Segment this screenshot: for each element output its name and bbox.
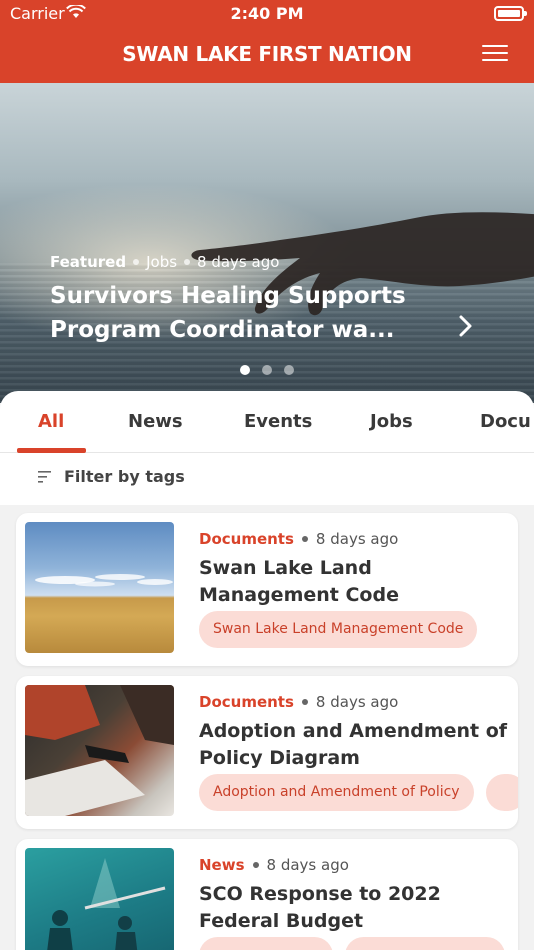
post-thumbnail: [25, 685, 174, 816]
active-tab-indicator: [17, 448, 86, 453]
tab-news[interactable]: News: [128, 411, 183, 432]
app-screen: Carrier 2:40 PM SWAN LAKE FIRST NATION F…: [0, 0, 534, 950]
post-age: 8 days ago: [315, 530, 399, 548]
app-title: SWAN LAKE FIRST NATION: [122, 42, 412, 66]
hamburger-icon[interactable]: [482, 45, 508, 63]
post-card[interactable]: Documents 8 days ago Adoption and Amendm…: [16, 676, 518, 829]
post-meta: Documents 8 days ago: [199, 693, 398, 711]
tab-all[interactable]: All: [38, 411, 64, 432]
post-thumbnail: [25, 522, 174, 653]
post-category[interactable]: News: [199, 856, 245, 874]
filter-label: Filter by tags: [64, 467, 185, 486]
separator-dot: [252, 862, 259, 868]
post-tags: Swan Lake Land Management Code: [199, 611, 478, 648]
post-meta: Documents 8 days ago: [199, 530, 398, 548]
tag-chip[interactable]: [485, 774, 518, 811]
filter-icon: [38, 470, 51, 483]
post-title[interactable]: Swan Lake Land Management Code: [199, 555, 509, 609]
separator-dot: [301, 536, 308, 542]
post-title[interactable]: Adoption and Amendment of Policy Diagram: [199, 718, 509, 772]
tab-documents[interactable]: Docu: [480, 411, 531, 432]
tag-chip[interactable]: [345, 937, 505, 950]
post-category[interactable]: Documents: [199, 530, 294, 548]
top-bar: Carrier 2:40 PM SWAN LAKE FIRST NATION: [0, 0, 534, 83]
clock: 2:40 PM: [230, 4, 304, 23]
hero-age: 8 days ago: [197, 253, 280, 271]
post-tags: Adoption and Amendment of Policy: [199, 774, 518, 811]
hero-meta: Featured Jobs 8 days ago: [50, 253, 279, 271]
tag-chip[interactable]: [199, 937, 333, 950]
tag-chip[interactable]: Adoption and Amendment of Policy: [199, 774, 474, 811]
post-tags: [199, 937, 505, 950]
status-bar: Carrier 2:40 PM: [0, 0, 534, 28]
post-category[interactable]: Documents: [199, 693, 294, 711]
separator-dot: [301, 699, 308, 705]
post-meta: News 8 days ago: [199, 856, 349, 874]
carousel-pager: [0, 365, 534, 375]
hero-title[interactable]: Survivors Healing Supports Program Coord…: [50, 279, 430, 347]
post-thumbnail: [25, 848, 174, 950]
pager-dot[interactable]: [262, 365, 272, 375]
post-card[interactable]: Documents 8 days ago Swan Lake Land Mana…: [16, 513, 518, 666]
chevron-right-icon[interactable]: [458, 314, 474, 338]
filter-panel: All News Events Jobs Docu Filter by tags: [0, 391, 534, 505]
battery-icon: [494, 6, 527, 21]
separator-dot: [133, 259, 140, 265]
pager-dot[interactable]: [240, 365, 250, 375]
tab-events[interactable]: Events: [244, 411, 312, 432]
tab-jobs[interactable]: Jobs: [370, 411, 413, 432]
filter-by-tags-button[interactable]: Filter by tags: [38, 467, 185, 486]
post-title[interactable]: SCO Response to 2022 Federal Budget: [199, 881, 509, 935]
tag-chip[interactable]: Swan Lake Land Management Code: [199, 611, 478, 648]
post-age: 8 days ago: [315, 693, 399, 711]
pager-dot[interactable]: [284, 365, 294, 375]
featured-carousel[interactable]: Featured Jobs 8 days ago Survivors Heali…: [0, 83, 534, 403]
post-age: 8 days ago: [266, 856, 349, 874]
featured-badge: Featured: [50, 253, 127, 271]
hero-category: Jobs: [146, 253, 178, 271]
post-card[interactable]: News 8 days ago SCO Response to 2022 Fed…: [16, 839, 518, 950]
category-tabs: All News Events Jobs Docu: [0, 391, 534, 453]
separator-dot: [184, 259, 191, 265]
